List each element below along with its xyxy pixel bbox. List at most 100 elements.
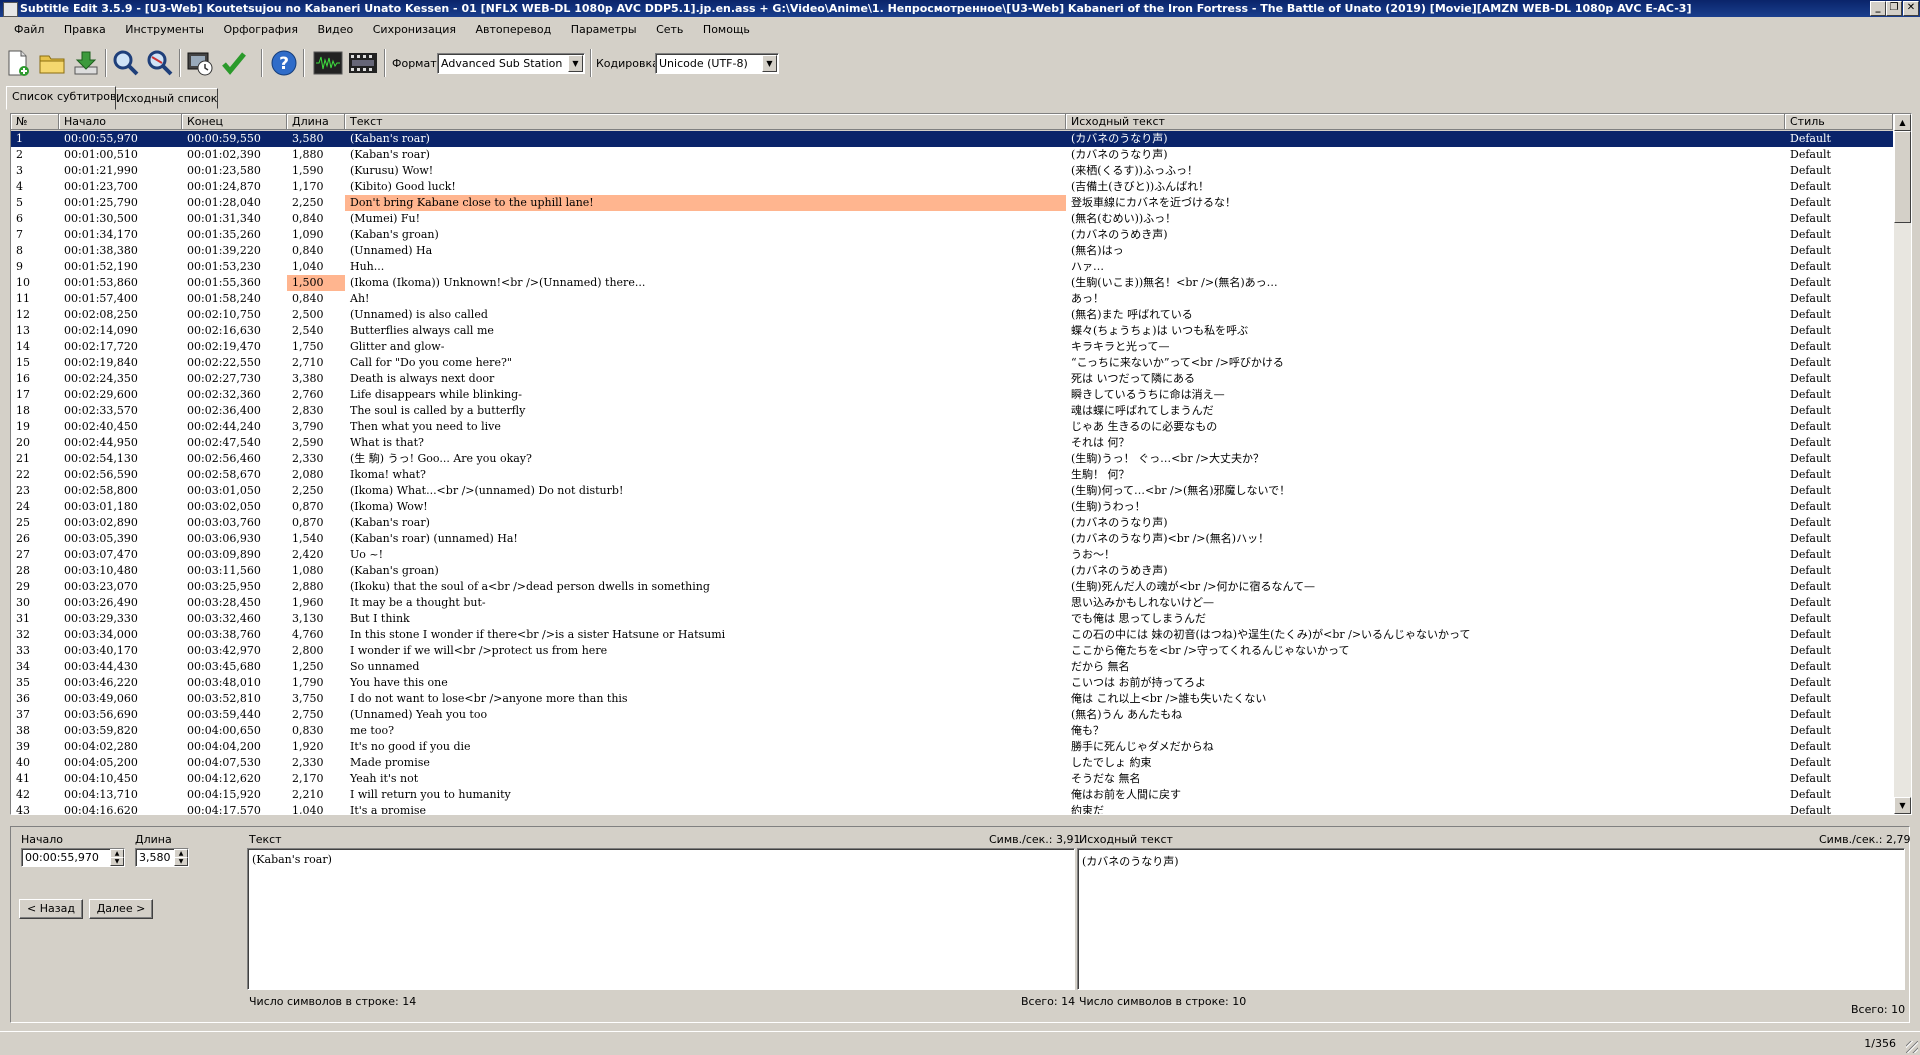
scroll-down-icon[interactable]: ▼ xyxy=(1894,797,1911,814)
subtitle-grid[interactable]: № Начало Конец Длина Текст Исходный текс… xyxy=(10,113,1912,815)
table-row[interactable]: 18 00:02:33,570 00:02:36,400 2,830 The soul … xyxy=(11,403,1893,419)
help-icon[interactable]: ? xyxy=(269,48,299,78)
column-original-text[interactable]: Исходный текст xyxy=(1066,114,1785,130)
spell-check-icon[interactable] xyxy=(219,48,249,78)
tab-original-list[interactable]: Исходный список xyxy=(110,88,218,109)
table-row[interactable]: 23 00:02:58,800 00:03:01,050 2,250 (Ikoma) W… xyxy=(11,483,1893,499)
menu-network[interactable]: Сеть xyxy=(648,17,691,43)
table-row[interactable]: 20 00:02:44,950 00:02:47,540 2,590 What is t… xyxy=(11,435,1893,451)
table-row[interactable]: 3 00:01:21,990 00:01:23,580 1,590 (Kurusu) W… xyxy=(11,163,1893,179)
table-row[interactable]: 33 00:03:40,170 00:03:42,970 2,800 I wonder … xyxy=(11,643,1893,659)
cell-duration: 2,330 xyxy=(292,756,324,769)
menu-file[interactable]: Файл xyxy=(0,17,52,43)
table-row[interactable]: 27 00:03:07,470 00:03:09,890 2,420 Uo ~! うお～！… xyxy=(11,547,1893,563)
table-row[interactable]: 39 00:04:02,280 00:04:04,200 1,920 It's no g… xyxy=(11,739,1893,755)
table-row[interactable]: 8 00:01:38,380 00:01:39,220 0,840 (Unnamed) … xyxy=(11,243,1893,259)
table-row[interactable]: 13 00:02:14,090 00:02:16,630 2,540 Butterfli… xyxy=(11,323,1893,339)
table-row[interactable]: 31 00:03:29,330 00:03:32,460 3,130 But I thi… xyxy=(11,611,1893,627)
table-row[interactable]: 42 00:04:13,710 00:04:15,920 2,210 I will re… xyxy=(11,787,1893,803)
table-row[interactable]: 25 00:03:02,890 00:03:03,760 0,870 (Kaban's … xyxy=(11,515,1893,531)
table-row[interactable]: 14 00:02:17,720 00:02:19,470 1,750 Glitter a… xyxy=(11,339,1893,355)
table-row[interactable]: 29 00:03:23,070 00:03:25,950 2,880 (Ikoku) t… xyxy=(11,579,1893,595)
table-row[interactable]: 34 00:03:44,430 00:03:45,680 1,250 So unname… xyxy=(11,659,1893,675)
text-total: Всего: 14 xyxy=(1021,995,1076,1008)
cell-original-text: ここから俺たちを<br />守ってくれるんじゃないかって xyxy=(1071,644,1350,657)
original-text-editor[interactable]: (カバネのうなり声) xyxy=(1077,848,1905,990)
resize-grip-icon[interactable] xyxy=(1906,1041,1918,1053)
format-select[interactable]: Advanced Sub Station Alpha ▼ xyxy=(437,53,585,74)
new-file-icon[interactable] xyxy=(3,48,33,78)
duration-value: 3,580 xyxy=(139,851,171,864)
chevron-down-icon[interactable]: ▼ xyxy=(568,55,583,72)
tab-subtitle-list[interactable]: Список субтитров xyxy=(6,86,116,110)
cell-duration: 2,830 xyxy=(292,404,324,417)
table-row[interactable]: 37 00:03:56,690 00:03:59,440 2,750 (Unnamed)… xyxy=(11,707,1893,723)
menu-options[interactable]: Параметры xyxy=(563,17,645,43)
table-row[interactable]: 6 00:01:30,500 00:01:31,340 0,840 (Mumei) Fu… xyxy=(11,211,1893,227)
waveform-icon[interactable] xyxy=(313,48,343,78)
table-row[interactable]: 26 00:03:05,390 00:03:06,930 1,540 (Kaban's … xyxy=(11,531,1893,547)
next-button[interactable]: Далее > xyxy=(89,899,153,919)
spin-down-icon[interactable]: ▼ xyxy=(174,857,188,866)
table-row[interactable]: 41 00:04:10,450 00:04:12,620 2,170 Yeah it's… xyxy=(11,771,1893,787)
menu-edit[interactable]: Правка xyxy=(56,17,114,43)
table-row[interactable]: 24 00:03:01,180 00:03:02,050 0,870 (Ikoma) W… xyxy=(11,499,1893,515)
column-number[interactable]: № xyxy=(11,114,59,130)
table-row[interactable]: 10 00:01:53,860 00:01:55,360 1,500 (Ikoma (I… xyxy=(11,275,1893,291)
subtitle-text-editor[interactable]: (Kaban's roar) xyxy=(247,848,1075,990)
table-row[interactable]: 22 00:02:56,590 00:02:58,670 2,080 Ikoma! wh… xyxy=(11,467,1893,483)
download-icon[interactable] xyxy=(71,48,101,78)
menu-tools[interactable]: Инструменты xyxy=(117,17,212,43)
visual-sync-icon[interactable] xyxy=(185,48,215,78)
minimize-icon[interactable]: _ xyxy=(1870,1,1886,16)
table-row[interactable]: 17 00:02:29,600 00:02:32,360 2,760 Life disa… xyxy=(11,387,1893,403)
table-row[interactable]: 16 00:02:24,350 00:02:27,730 3,380 Death is … xyxy=(11,371,1893,387)
column-text[interactable]: Текст xyxy=(345,114,1066,130)
menu-autotranslate[interactable]: Автоперевод xyxy=(468,17,560,43)
restore-icon[interactable]: ❐ xyxy=(1886,1,1902,16)
duration-input[interactable]: 3,580 ▲ ▼ xyxy=(135,848,189,867)
table-row[interactable]: 4 00:01:23,700 00:01:24,870 1,170 (Kibito) G… xyxy=(11,179,1893,195)
table-row[interactable]: 7 00:01:34,170 00:01:35,260 1,090 (Kaban's g… xyxy=(11,227,1893,243)
table-row[interactable]: 12 00:02:08,250 00:02:10,750 2,500 (Unnamed)… xyxy=(11,307,1893,323)
grid-scrollbar[interactable]: ▲ ▼ xyxy=(1894,114,1911,814)
prev-button[interactable]: < Назад xyxy=(19,899,83,919)
table-row[interactable]: 30 00:03:26,490 00:03:28,450 1,960 It may be… xyxy=(11,595,1893,611)
video-icon[interactable] xyxy=(348,48,378,78)
column-start[interactable]: Начало xyxy=(59,114,182,130)
table-row[interactable]: 15 00:02:19,840 00:02:22,550 2,710 Call for … xyxy=(11,355,1893,371)
close-icon[interactable]: ✕ xyxy=(1903,1,1919,16)
table-row[interactable]: 35 00:03:46,220 00:03:48,010 1,790 You have … xyxy=(11,675,1893,691)
table-row[interactable]: 19 00:02:40,450 00:02:44,240 3,790 Then what… xyxy=(11,419,1893,435)
find-icon[interactable] xyxy=(111,48,141,78)
table-row[interactable]: 2 00:01:00,510 00:01:02,390 1,880 (Kaban's r… xyxy=(11,147,1893,163)
column-end[interactable]: Конец xyxy=(182,114,287,130)
scroll-thumb[interactable] xyxy=(1894,131,1911,223)
chevron-down-icon[interactable]: ▼ xyxy=(762,55,777,72)
table-row[interactable]: 1 00:00:55,970 00:00:59,550 3,580 (Kaban's r… xyxy=(11,131,1893,147)
cell-end: 00:03:45,680 xyxy=(187,660,261,673)
table-row[interactable]: 43 00:04:16,620 00:04:17,570 1,040 It's a pr… xyxy=(11,803,1893,814)
menu-spellcheck[interactable]: Орфография xyxy=(215,17,305,43)
scroll-up-icon[interactable]: ▲ xyxy=(1894,114,1911,131)
table-row[interactable]: 11 00:01:57,400 00:01:58,240 0,840 Ah! あっ！ Def… xyxy=(11,291,1893,307)
replace-icon[interactable] xyxy=(145,48,175,78)
column-duration[interactable]: Длина xyxy=(287,114,345,130)
table-row[interactable]: 21 00:02:54,130 00:02:56,460 2,330 (生 駒) うっ!… xyxy=(11,451,1893,467)
spin-down-icon[interactable]: ▼ xyxy=(110,857,124,866)
menu-help[interactable]: Помощь xyxy=(695,17,758,43)
table-row[interactable]: 38 00:03:59,820 00:04:00,650 0,830 me too? 俺も… xyxy=(11,723,1893,739)
column-style[interactable]: Стиль xyxy=(1785,114,1893,130)
cell-duration: 1,500 xyxy=(287,275,345,291)
open-folder-icon[interactable] xyxy=(37,48,67,78)
table-row[interactable]: 32 00:03:34,000 00:03:38,760 4,760 In this s… xyxy=(11,627,1893,643)
menu-video[interactable]: Видео xyxy=(309,17,361,43)
menu-sync[interactable]: Сихронизация xyxy=(365,17,464,43)
table-row[interactable]: 28 00:03:10,480 00:03:11,560 1,080 (Kaban's … xyxy=(11,563,1893,579)
table-row[interactable]: 40 00:04:05,200 00:04:07,530 2,330 Made prom… xyxy=(11,755,1893,771)
table-row[interactable]: 9 00:01:52,190 00:01:53,230 1,040 Huh... ハァ… D… xyxy=(11,259,1893,275)
start-time-input[interactable]: 00:00:55,970 ▲ ▼ xyxy=(21,848,125,867)
table-row[interactable]: 5 00:01:25,790 00:01:28,040 2,250 Don't brin… xyxy=(11,195,1893,211)
table-row[interactable]: 36 00:03:49,060 00:03:52,810 3,750 I do not … xyxy=(11,691,1893,707)
encoding-select[interactable]: Unicode (UTF-8) ▼ xyxy=(655,53,779,74)
